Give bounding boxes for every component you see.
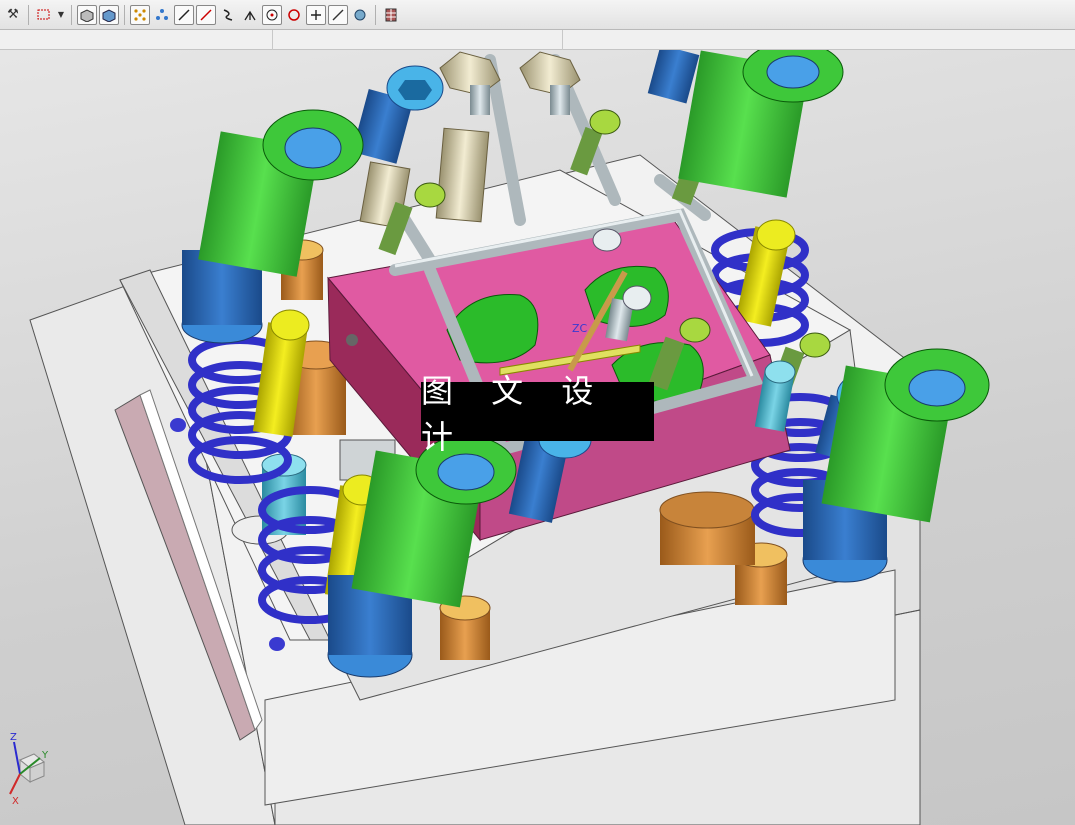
wcs-label: ZC <box>572 322 588 335</box>
dropdown-arrow-icon[interactable]: ▼ <box>56 5 66 25</box>
solid-box-icon[interactable] <box>99 4 119 25</box>
slash-icon[interactable] <box>328 4 348 25</box>
toolbar-separator <box>28 4 29 25</box>
graphics-viewport[interactable]: ZC 图 文 设 计 Z Y X <box>0 50 1075 825</box>
select-rectangle-icon[interactable] <box>34 5 54 25</box>
socket-head-bolt[interactable] <box>351 65 444 164</box>
toolbar-section <box>0 30 273 50</box>
locating-hole <box>170 418 186 432</box>
snap-icon[interactable]: ⚒ <box>3 5 23 25</box>
cooling-fitting[interactable] <box>435 127 490 223</box>
toolbar-section <box>272 30 563 50</box>
snap-points-icon[interactable] <box>152 5 172 25</box>
locating-hole <box>269 637 285 651</box>
line-icon[interactable] <box>174 4 194 25</box>
guide-pillar-top-right[interactable] <box>678 50 844 198</box>
secondary-toolbar <box>0 30 1075 50</box>
triad-y-label: Y <box>41 750 49 761</box>
point-grid-icon[interactable] <box>130 4 150 25</box>
plus-icon[interactable] <box>306 4 326 25</box>
orange-pin[interactable] <box>439 595 491 660</box>
circle-center-icon[interactable] <box>262 4 282 25</box>
shaded-box-icon[interactable] <box>77 4 97 25</box>
axis-triad-icon: Z Y X <box>9 732 49 807</box>
line-slash-icon[interactable] <box>196 4 216 25</box>
view-triad[interactable]: Z Y X <box>0 728 60 808</box>
main-toolbar: ⚒ ▼ <box>0 0 1075 30</box>
cooling-fitting[interactable] <box>439 51 501 115</box>
silver-bolt[interactable] <box>592 228 622 252</box>
socket-head-bolt[interactable] <box>647 50 700 104</box>
toolbar-separator <box>124 4 125 25</box>
watermark-label: 图 文 设 计 <box>421 372 654 456</box>
shade-icon[interactable] <box>350 5 370 25</box>
grid-icon[interactable] <box>381 5 401 25</box>
triad-x-label: X <box>12 796 19 807</box>
curve-icon[interactable] <box>218 5 238 25</box>
perpendicular-icon[interactable] <box>240 5 260 25</box>
orange-pin[interactable] <box>659 491 755 565</box>
toolbar-separator <box>375 4 376 25</box>
toolbar-separator <box>71 4 72 25</box>
triad-z-label: Z <box>10 732 17 743</box>
circle-quadrant-icon[interactable] <box>284 5 304 25</box>
